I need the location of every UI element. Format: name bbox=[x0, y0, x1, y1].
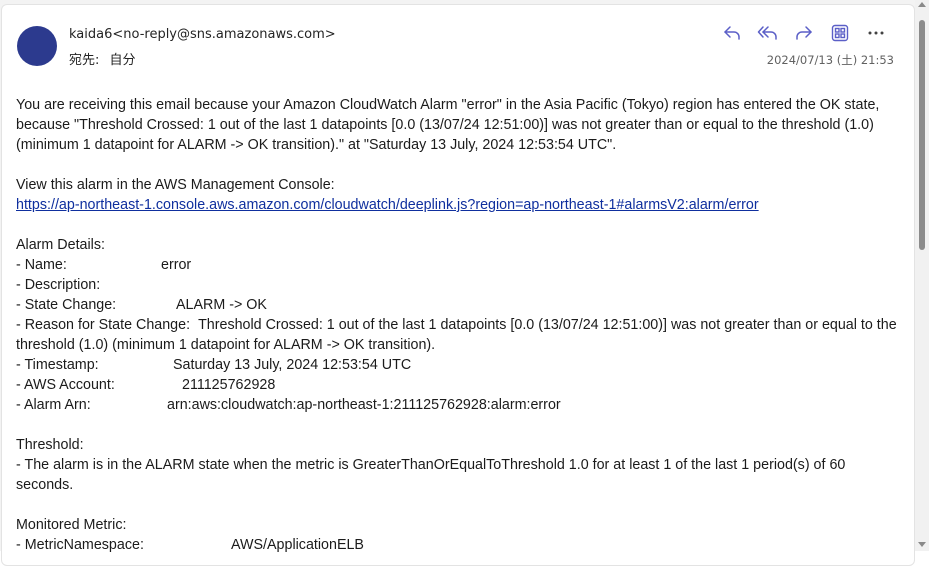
detail-account-row: - AWS Account: 211125762928 bbox=[16, 375, 900, 395]
scrollbar-thumb[interactable] bbox=[919, 20, 925, 250]
console-label: View this alarm in the AWS Management Co… bbox=[16, 177, 335, 193]
threshold-title: Threshold: bbox=[16, 437, 84, 453]
apps-button[interactable] bbox=[822, 21, 858, 45]
detail-arn-row: - Alarm Arn: arn:aws:cloudwatch:ap-northe… bbox=[16, 395, 900, 415]
metric-namespace-row: - MetricNamespace: AWS/ApplicationELB bbox=[16, 535, 900, 555]
scroll-up-arrow[interactable] bbox=[918, 2, 926, 7]
recipient-line: 宛先: 自分 bbox=[69, 49, 136, 68]
forward-button[interactable] bbox=[786, 21, 822, 45]
detail-arn-value: arn:aws:cloudwatch:ap-northeast-1:211125… bbox=[167, 397, 561, 413]
vertical-scrollbar[interactable] bbox=[915, 0, 929, 551]
message-card: kaida6<no-reply@sns.amazonaws.com> 宛先: 自… bbox=[1, 4, 915, 566]
intro-paragraph: You are receiving this email because you… bbox=[16, 97, 880, 153]
detail-account-key: - AWS Account: bbox=[16, 377, 115, 393]
reply-icon bbox=[722, 24, 742, 42]
console-link[interactable]: https://ap-northeast-1.console.aws.amazo… bbox=[16, 197, 759, 213]
sender-address[interactable]: kaida6<no-reply@sns.amazonaws.com> bbox=[69, 27, 336, 42]
email-reading-pane: kaida6<no-reply@sns.amazonaws.com> 宛先: 自… bbox=[0, 0, 929, 566]
forward-icon bbox=[794, 24, 814, 42]
detail-state-change-key: - State Change: bbox=[16, 297, 117, 313]
detail-name-value: error bbox=[161, 257, 192, 273]
message-date: 2024/07/13 (土) 21:53 bbox=[766, 53, 894, 67]
alarm-details-title: Alarm Details: bbox=[16, 237, 105, 253]
detail-arn-key: - Alarm Arn: bbox=[16, 397, 91, 413]
message-toolbar bbox=[714, 21, 894, 45]
metric-namespace-key: - MetricNamespace: bbox=[16, 537, 144, 553]
detail-reason-row: - Reason for State Change: Threshold Cros… bbox=[16, 315, 900, 355]
reply-all-icon bbox=[757, 24, 779, 42]
reply-button[interactable] bbox=[714, 21, 750, 45]
apps-icon bbox=[831, 24, 849, 42]
detail-name-key: - Name: bbox=[16, 257, 67, 273]
detail-description-key: - Description: bbox=[16, 277, 101, 293]
detail-account-value: 211125762928 bbox=[182, 377, 276, 393]
detail-description-row: - Description: bbox=[16, 275, 900, 295]
more-actions-button[interactable] bbox=[858, 21, 894, 45]
message-body: You are receiving this email because you… bbox=[16, 95, 900, 555]
detail-state-change-row: - State Change: ALARM -> OK bbox=[16, 295, 900, 315]
reply-all-button[interactable] bbox=[750, 21, 786, 45]
detail-name-row: - Name: error bbox=[16, 255, 900, 275]
detail-timestamp-key: - Timestamp: bbox=[16, 357, 99, 373]
metric-title: Monitored Metric: bbox=[16, 517, 127, 533]
avatar[interactable] bbox=[17, 26, 57, 66]
threshold-text: - The alarm is in the ALARM state when t… bbox=[16, 457, 846, 493]
detail-timestamp-row: - Timestamp: Saturday 13 July, 2024 12:53… bbox=[16, 355, 900, 375]
to-recipient[interactable]: 自分 bbox=[110, 53, 136, 68]
to-label: 宛先: bbox=[69, 53, 100, 68]
detail-timestamp-value: Saturday 13 July, 2024 12:53:54 UTC bbox=[173, 357, 412, 373]
more-icon bbox=[868, 31, 884, 35]
detail-reason-key: - Reason for State Change: bbox=[16, 317, 191, 333]
detail-state-change-value: ALARM -> OK bbox=[176, 297, 267, 313]
scroll-down-arrow[interactable] bbox=[918, 542, 926, 547]
